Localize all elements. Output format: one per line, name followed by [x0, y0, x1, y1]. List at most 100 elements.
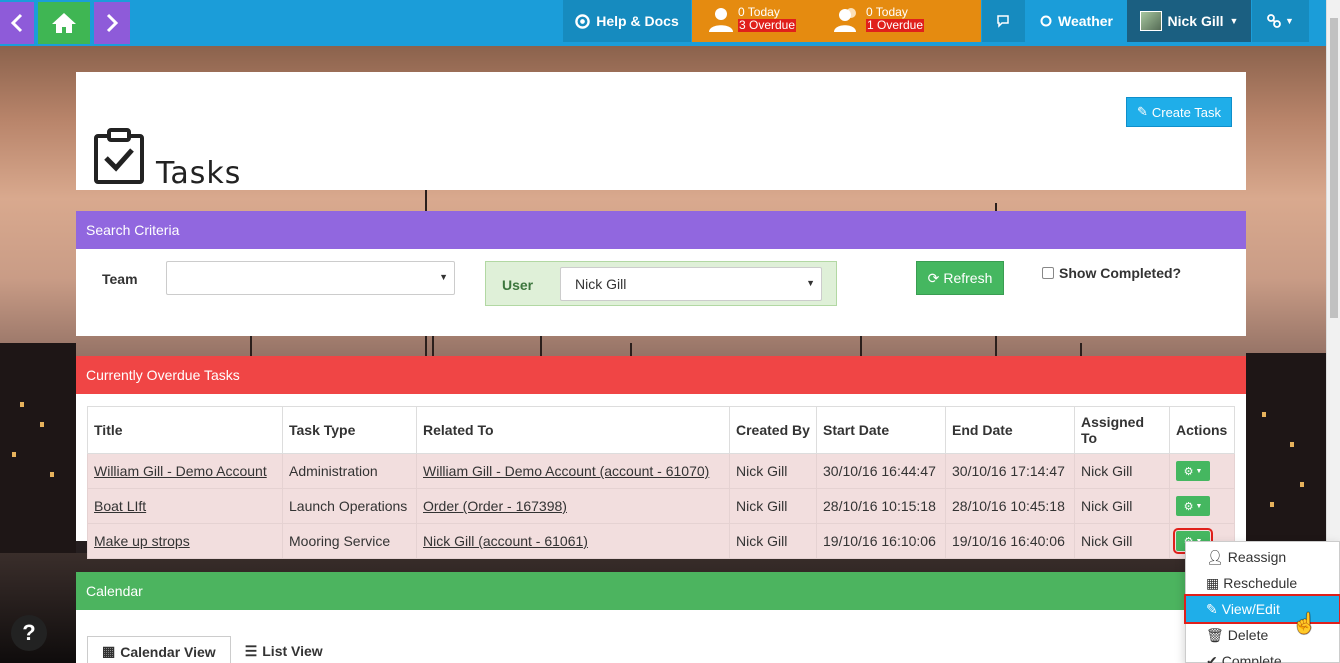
team-select[interactable]: ▼ [166, 261, 455, 295]
created-by: Nick Gill [729, 453, 817, 489]
avatar [1139, 11, 1162, 31]
user-select[interactable]: Nick Gill ▼ [560, 267, 822, 301]
caret-down-icon: ▼ [1195, 502, 1203, 510]
user-filter-group: User Nick Gill ▼ [485, 261, 837, 306]
caret-down-icon: ▼ [806, 278, 815, 288]
caret-down-icon: ▼ [1285, 16, 1294, 26]
help-question-button[interactable]: ? [11, 615, 47, 651]
home-button[interactable] [38, 2, 90, 44]
list-icon: ☰ [244, 642, 258, 659]
start-date: 30/10/16 16:44:47 [816, 453, 946, 489]
calendar-tabs: ▦ Calendar View ☰ List View [87, 636, 337, 663]
caret-down-icon: ▼ [1195, 467, 1203, 475]
start-date: 28/10/16 10:15:18 [816, 488, 946, 524]
menu-item-label: Reassign [1227, 549, 1287, 565]
clipboard-check-icon [94, 128, 144, 184]
check-icon: ✔ [1206, 652, 1218, 663]
task-type: Launch Operations [282, 488, 417, 524]
task-notifications: 0 Today 3 Overdue 0 Today 1 Overdue [692, 0, 981, 42]
user-name: Nick Gill [1167, 13, 1224, 29]
menu-item-label: View/Edit [1221, 601, 1280, 617]
overdue-tasks-heading: Currently Overdue Tasks [76, 356, 1246, 394]
user-select-value: Nick Gill [575, 276, 627, 292]
forward-button[interactable] [94, 2, 130, 44]
col-end-date: End Date [945, 406, 1075, 454]
task-title-link[interactable]: Make up strops [94, 533, 190, 549]
weather-button[interactable]: Weather [1026, 0, 1126, 42]
overdue-tasks-panel: Currently Overdue Tasks Title Task Type … [76, 356, 1246, 559]
task-title-link[interactable]: Boat LIft [94, 498, 146, 514]
row-actions-button[interactable]: ⚙ ▼ [1176, 496, 1210, 516]
created-by: Nick Gill [729, 523, 817, 559]
col-start-date: Start Date [816, 406, 946, 454]
home-icon [52, 13, 76, 33]
links-menu[interactable]: ▼ [1252, 0, 1309, 42]
task-title-link[interactable]: William Gill - Demo Account [94, 463, 267, 479]
team-tasks-notification[interactable]: 0 Today 1 Overdue [834, 6, 925, 39]
tab-calendar-view[interactable]: ▦ Calendar View [87, 636, 231, 663]
col-created-by: Created By [729, 406, 817, 454]
related-to-link[interactable]: Nick Gill (account - 61061) [423, 533, 588, 549]
help-docs-button[interactable]: Help & Docs [563, 0, 691, 42]
menu-item-complete[interactable]: ✔ Complete [1186, 648, 1339, 663]
table-header-row: Title Task Type Related To Created By St… [87, 406, 1235, 454]
table-row: Make up strops Mooring Service Nick Gill… [87, 523, 1235, 559]
task-type: Mooring Service [282, 523, 417, 559]
page-title: Tasks [156, 156, 242, 191]
menu-item-reschedule[interactable]: ▦ Reschedule [1186, 570, 1339, 596]
assigned-to: Nick Gill [1074, 488, 1170, 524]
show-completed-label: Show Completed? [1059, 265, 1182, 281]
col-title: Title [87, 406, 283, 454]
chat-button[interactable] [982, 0, 1025, 42]
edit-icon: ✎ [1206, 600, 1218, 617]
chevron-right-icon [106, 13, 119, 33]
user-label: User [502, 277, 534, 293]
refresh-icon: ⟳ [927, 269, 940, 286]
row-actions-button[interactable]: ⚙ ▼ [1176, 461, 1210, 481]
assigned-to: Nick Gill [1074, 523, 1170, 559]
table-row: William Gill - Demo Account Administrati… [87, 453, 1235, 489]
caret-down-icon: ▼ [439, 272, 448, 282]
menu-item-label: Complete [1221, 653, 1282, 663]
my-tasks-overdue: 3 Overdue [738, 18, 797, 32]
tab-list-view[interactable]: ☰ List View [231, 636, 337, 663]
table-row: Boat LIft Launch Operations Order (Order… [87, 488, 1235, 524]
row-actions-menu: 👤︎ Reassign ▦ Reschedule ✎ View/Edit 🗑︎ Dele… [1184, 541, 1340, 663]
col-assigned-to: Assigned To [1074, 406, 1170, 454]
page-header-panel: ✎ Create Task Tasks [76, 72, 1246, 191]
tab-calendar-label: Calendar View [120, 643, 216, 660]
refresh-label: Refresh [943, 270, 993, 286]
start-date: 19/10/16 16:10:06 [816, 523, 946, 559]
search-criteria-panel: Search Criteria Team ▼ User Nick Gill ▼ … [76, 211, 1246, 336]
search-criteria-heading: Search Criteria [76, 211, 1246, 249]
related-to-link[interactable]: William Gill - Demo Account (account - 6… [423, 463, 709, 479]
assigned-to: Nick Gill [1074, 453, 1170, 489]
related-to-link[interactable]: Order (Order - 167398) [423, 498, 567, 514]
back-button[interactable] [0, 2, 34, 44]
users-icon [834, 6, 862, 39]
chat-icon [996, 15, 1009, 28]
link-icon [1267, 14, 1281, 28]
menu-item-reassign[interactable]: 👤︎ Reassign [1186, 544, 1339, 570]
my-tasks-notification[interactable]: 0 Today 3 Overdue [708, 6, 797, 39]
created-by: Nick Gill [729, 488, 817, 524]
tab-list-label: List View [262, 643, 323, 659]
menu-item-label: Reschedule [1223, 575, 1298, 591]
end-date: 19/10/16 16:40:06 [945, 523, 1075, 559]
gear-icon: ⚙ [1183, 465, 1194, 478]
col-actions: Actions [1169, 406, 1235, 454]
user-icon: 👤︎ [1206, 548, 1224, 565]
refresh-button[interactable]: ⟳ Refresh [916, 261, 1004, 295]
calendar-icon: ▦ [1206, 574, 1220, 591]
user-menu[interactable]: Nick Gill ▼ [1127, 0, 1251, 42]
create-task-button[interactable]: ✎ Create Task [1125, 97, 1232, 127]
trash-icon: 🗑︎ [1206, 626, 1224, 643]
magic-wand-icon: ✎ [1136, 104, 1148, 119]
create-task-label: Create Task [1151, 104, 1221, 120]
show-completed-checkbox[interactable] [1042, 267, 1054, 279]
col-related-to: Related To [416, 406, 730, 454]
col-task-type: Task Type [282, 406, 417, 454]
show-completed-toggle[interactable]: Show Completed? [1042, 265, 1181, 281]
calendar-panel: Calendar ▦ Calendar View ☰ List View [76, 572, 1246, 663]
task-type: Administration [282, 453, 417, 489]
